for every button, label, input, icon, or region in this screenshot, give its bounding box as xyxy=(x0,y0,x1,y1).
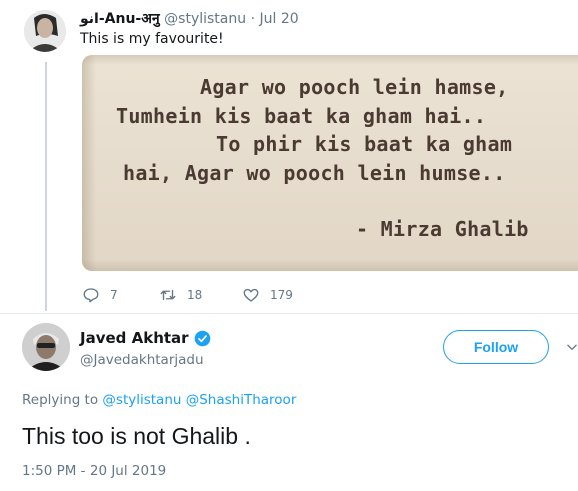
user-handle[interactable]: @Javedakhtarjadu xyxy=(80,352,204,368)
avatar[interactable] xyxy=(24,10,66,52)
chevron-down-icon[interactable] xyxy=(565,340,578,354)
reply-button[interactable]: 7 xyxy=(82,286,118,304)
tweet-header: انو-Anu-अनु @stylistanu · Jul 20 xyxy=(80,9,299,28)
image-edge-shadow xyxy=(82,55,578,65)
quote-line: Tumhein kis baat ka gham hai.. xyxy=(116,104,487,128)
like-icon xyxy=(243,288,259,302)
reply-icon xyxy=(83,288,99,303)
quote-image[interactable]: Agar wo pooch lein hamse, Tumhein kis ba… xyxy=(82,55,578,271)
quote-attribution: - Mirza Ghalib xyxy=(356,217,529,241)
tweet-text: This too is not Ghalib . xyxy=(22,423,251,449)
like-count: 179 xyxy=(270,288,293,302)
image-edge-shadow xyxy=(82,259,578,271)
tweet-divider xyxy=(0,313,578,314)
reply-count: 7 xyxy=(110,288,118,302)
thread-connector-line xyxy=(45,62,47,311)
follow-button[interactable]: Follow xyxy=(443,330,549,364)
user-name-row: Javed Akhtar xyxy=(80,329,211,347)
separator-dot: · xyxy=(250,11,256,27)
verified-badge-icon xyxy=(194,330,210,346)
mention-link[interactable]: @ShashiTharoor xyxy=(186,392,297,408)
retweet-icon xyxy=(160,289,176,301)
image-edge-shadow xyxy=(82,55,96,271)
replying-to: Replying to @stylistanu @ShashiTharoor xyxy=(22,392,296,408)
quote-line: Agar wo pooch lein hamse, xyxy=(200,75,509,99)
tweet-text: This is my favourite! xyxy=(80,31,224,47)
display-name[interactable]: انو-Anu-अनु xyxy=(80,11,160,27)
display-name[interactable]: Javed Akhtar xyxy=(80,329,189,347)
like-button[interactable]: 179 xyxy=(242,286,293,304)
tweet-timestamp[interactable]: 1:50 PM - 20 Jul 2019 xyxy=(22,463,166,479)
retweet-count: 18 xyxy=(187,288,203,302)
retweet-button[interactable]: 18 xyxy=(159,286,202,304)
user-handle[interactable]: @stylistanu xyxy=(164,11,246,27)
quote-line: hai, Agar wo pooch lein humse.. xyxy=(123,161,506,185)
quote-line: To phir kis baat ka gham xyxy=(216,132,513,156)
avatar[interactable] xyxy=(22,323,70,371)
mention-link[interactable]: @stylistanu xyxy=(102,392,181,408)
replying-prefix: Replying to xyxy=(22,392,99,408)
tweet-date[interactable]: Jul 20 xyxy=(259,11,298,27)
